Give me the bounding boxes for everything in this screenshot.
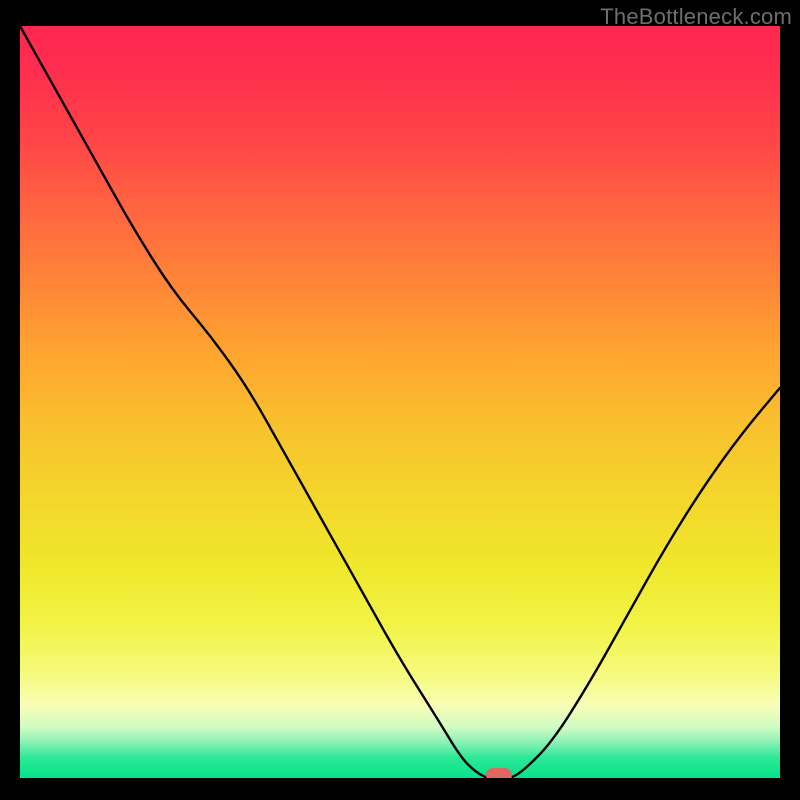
x-axis-baseline xyxy=(20,778,780,780)
watermark-text: TheBottleneck.com xyxy=(600,4,792,30)
bottleneck-curve xyxy=(20,26,780,780)
plot-area xyxy=(20,26,780,780)
chart-frame: TheBottleneck.com xyxy=(0,0,800,800)
